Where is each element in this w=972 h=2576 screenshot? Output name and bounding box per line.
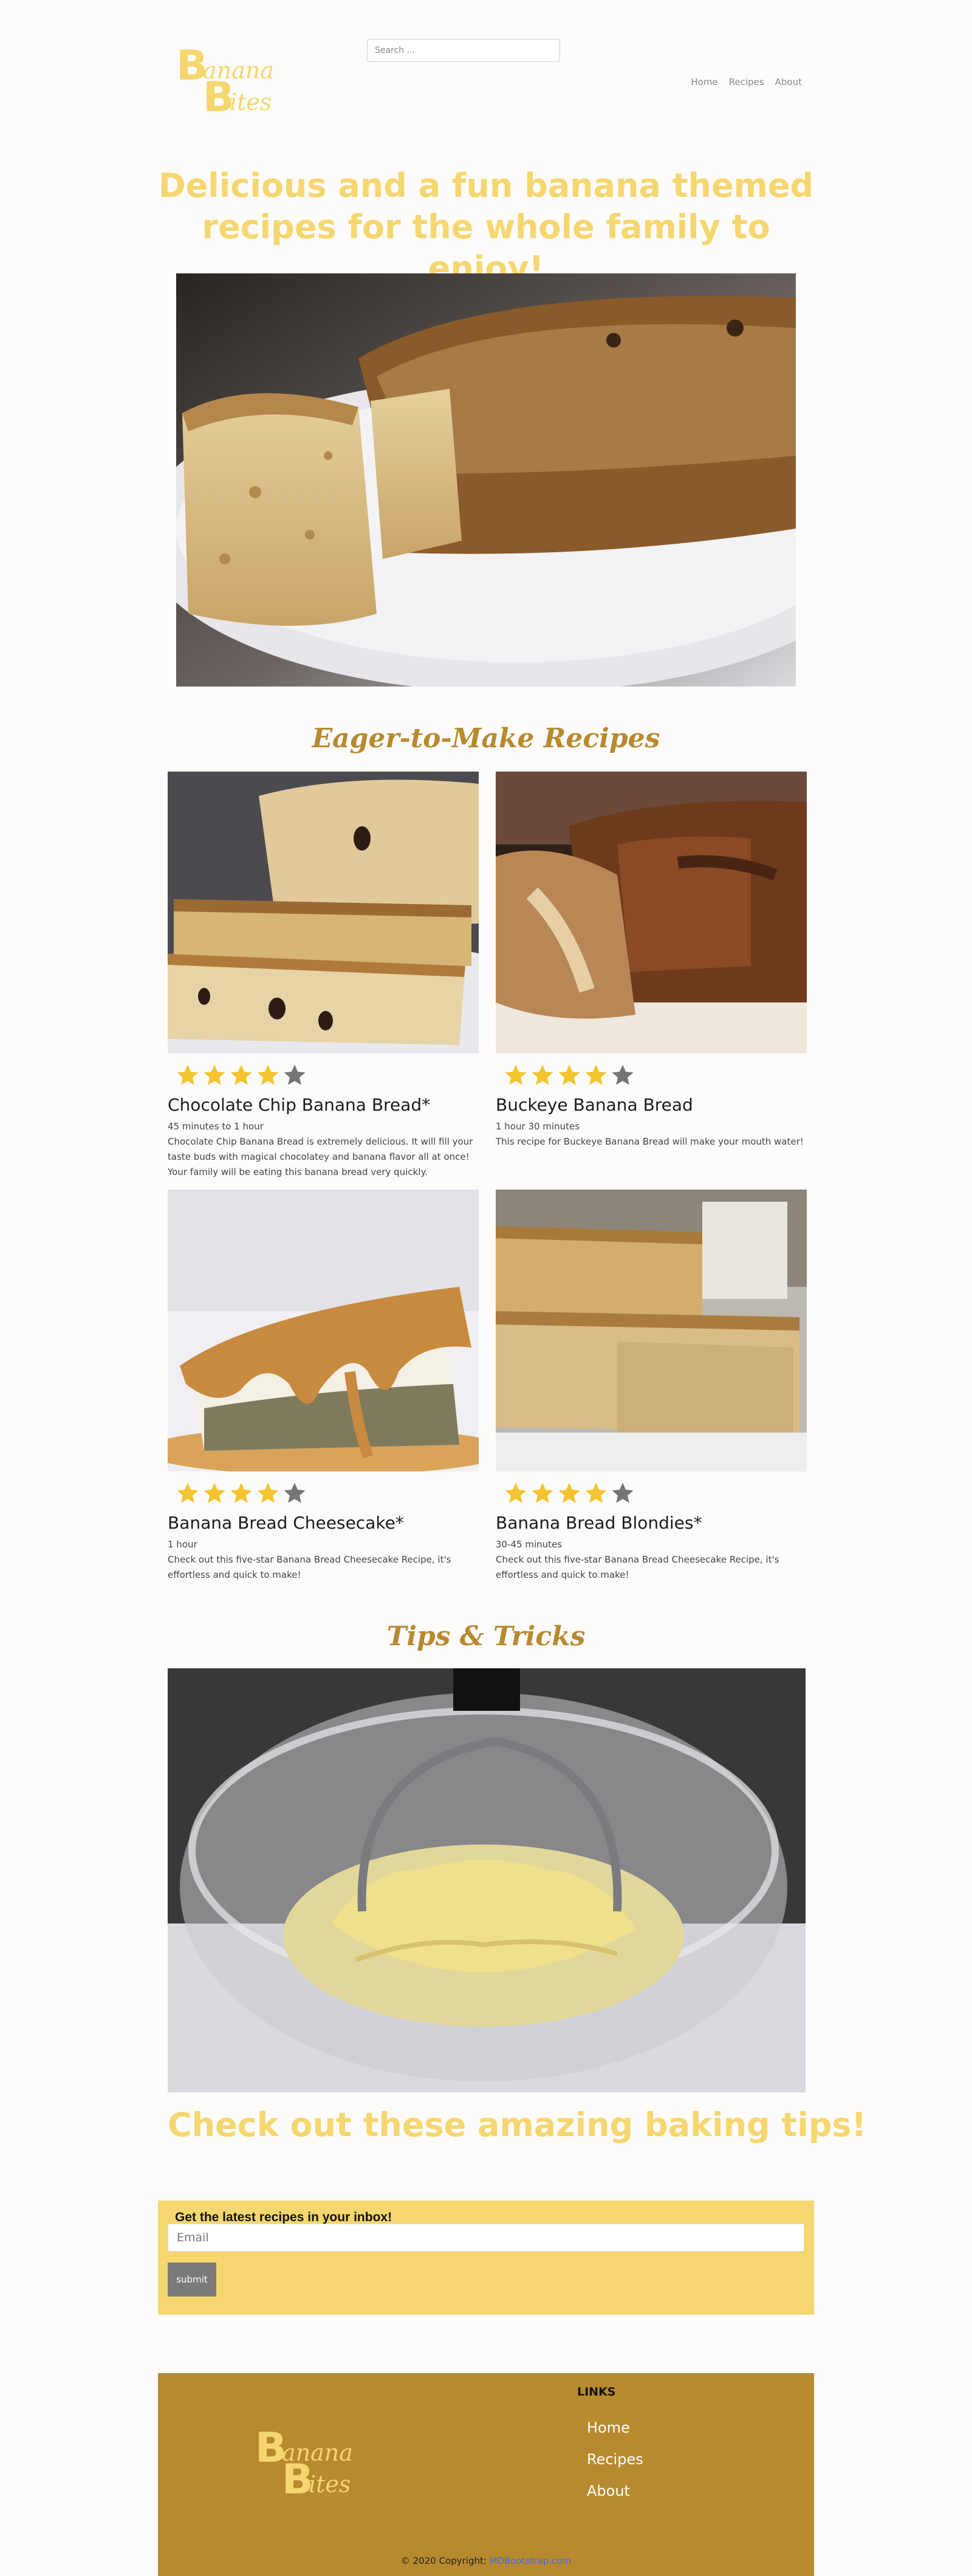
star-filled-icon	[558, 1482, 580, 1503]
logo-word-bites: ites	[230, 89, 272, 115]
star-filled-icon	[204, 1482, 225, 1503]
star-empty-icon	[284, 1064, 306, 1085]
recipe-description: Check out this five-star Banana Bread Ch…	[496, 1554, 779, 1580]
star-empty-icon	[612, 1064, 634, 1085]
banana-bread-cheesecake-photo[interactable]	[168, 1190, 479, 1471]
submit-button[interactable]: submit	[168, 2263, 216, 2297]
rating-stars	[175, 1062, 479, 1089]
recipe-time: 45 minutes to 1 hour	[168, 1121, 264, 1132]
footer: B anana B ites LINKS Home Recipes About …	[158, 2373, 814, 2576]
recipe-description: Chocolate Chip Banana Bread is extremely…	[168, 1136, 473, 1177]
chocolate-chip-banana-bread-photo[interactable]	[168, 772, 479, 1053]
nav-home[interactable]: Home	[691, 77, 717, 87]
newsletter-title: Get the latest recipes in your inbox!	[175, 2210, 392, 2224]
star-empty-icon	[284, 1482, 306, 1503]
recipe-card-chocolate-chip[interactable]: Chocolate Chip Banana Bread* 45 minutes …	[168, 772, 479, 1180]
recipe-description: Check out this five-star Banana Bread Ch…	[168, 1554, 451, 1580]
footer-link-home[interactable]: Home	[587, 2419, 630, 2436]
star-filled-icon	[532, 1482, 553, 1503]
hero-banana-bread-photo	[176, 273, 796, 687]
footer-link-about[interactable]: About	[587, 2482, 630, 2499]
recipe-time: 1 hour	[168, 1539, 197, 1550]
star-filled-icon	[558, 1064, 580, 1085]
recipe-title[interactable]: Buckeye Banana Bread	[496, 1095, 807, 1115]
search-input[interactable]	[367, 39, 560, 62]
recipe-title[interactable]: Chocolate Chip Banana Bread*	[168, 1095, 479, 1115]
rating-stars	[503, 1480, 807, 1507]
star-filled-icon	[230, 1482, 252, 1503]
footer-link-recipes[interactable]: Recipes	[587, 2451, 643, 2468]
recipe-description: This recipe for Buckeye Banana Bread wil…	[496, 1136, 804, 1147]
brand-logo[interactable]: B anana B ites	[176, 46, 292, 118]
star-empty-icon	[612, 1482, 634, 1503]
star-filled-icon	[177, 1064, 199, 1085]
star-filled-icon	[585, 1482, 607, 1503]
footer-logo[interactable]: B anana B ites	[255, 2428, 371, 2501]
star-filled-icon	[257, 1064, 279, 1085]
star-filled-icon	[230, 1064, 252, 1085]
recipe-time: 1 hour 30 minutes	[496, 1121, 580, 1132]
copyright-text: © 2020 Copyright:	[400, 2555, 487, 2566]
nav-about[interactable]: About	[775, 77, 802, 87]
newsletter-form: Get the latest recipes in your inbox! su…	[158, 2201, 814, 2315]
rating-stars	[175, 1480, 479, 1507]
star-filled-icon	[505, 1064, 527, 1085]
star-filled-icon	[532, 1064, 553, 1085]
recipes-heading: Eager-to-Make Recipes	[312, 723, 660, 754]
star-filled-icon	[257, 1482, 279, 1503]
recipe-card-blondies[interactable]: Banana Bread Blondies* 30-45 minutes Che…	[496, 1190, 807, 1583]
footer-links-heading: LINKS	[577, 2385, 616, 2399]
recipe-card-cheesecake[interactable]: Banana Bread Cheesecake* 1 hour Check ou…	[168, 1190, 479, 1583]
star-filled-icon	[177, 1482, 199, 1503]
tips-heading: Tips & Tricks	[386, 1621, 586, 1652]
banana-bread-blondies-photo[interactable]	[496, 1190, 807, 1471]
hero-title: Delicious and a fun banana themed recipe…	[158, 166, 814, 287]
recipe-card-buckeye[interactable]: Buckeye Banana Bread 1 hour 30 minutes T…	[496, 772, 807, 1149]
main-nav: Home Recipes About	[691, 77, 802, 87]
star-filled-icon	[505, 1482, 527, 1503]
tips-title[interactable]: Check out these amazing baking tips!	[168, 2106, 866, 2144]
email-field[interactable]	[168, 2224, 804, 2252]
recipe-title[interactable]: Banana Bread Blondies*	[496, 1513, 807, 1533]
recipe-title[interactable]: Banana Bread Cheesecake*	[168, 1513, 479, 1533]
buckeye-banana-bread-photo[interactable]	[496, 772, 807, 1053]
logo-word-bites: ites	[309, 2471, 351, 2498]
mashing-bananas-photo	[168, 1668, 806, 2092]
copyright-link[interactable]: MDBootstrap.com	[490, 2555, 571, 2566]
copyright: © 2020 Copyright: MDBootstrap.com	[158, 2555, 814, 2566]
star-filled-icon	[585, 1064, 607, 1085]
rating-stars	[503, 1062, 807, 1089]
recipe-time: 30-45 minutes	[496, 1539, 563, 1550]
star-filled-icon	[204, 1064, 225, 1085]
nav-recipes[interactable]: Recipes	[729, 77, 764, 87]
